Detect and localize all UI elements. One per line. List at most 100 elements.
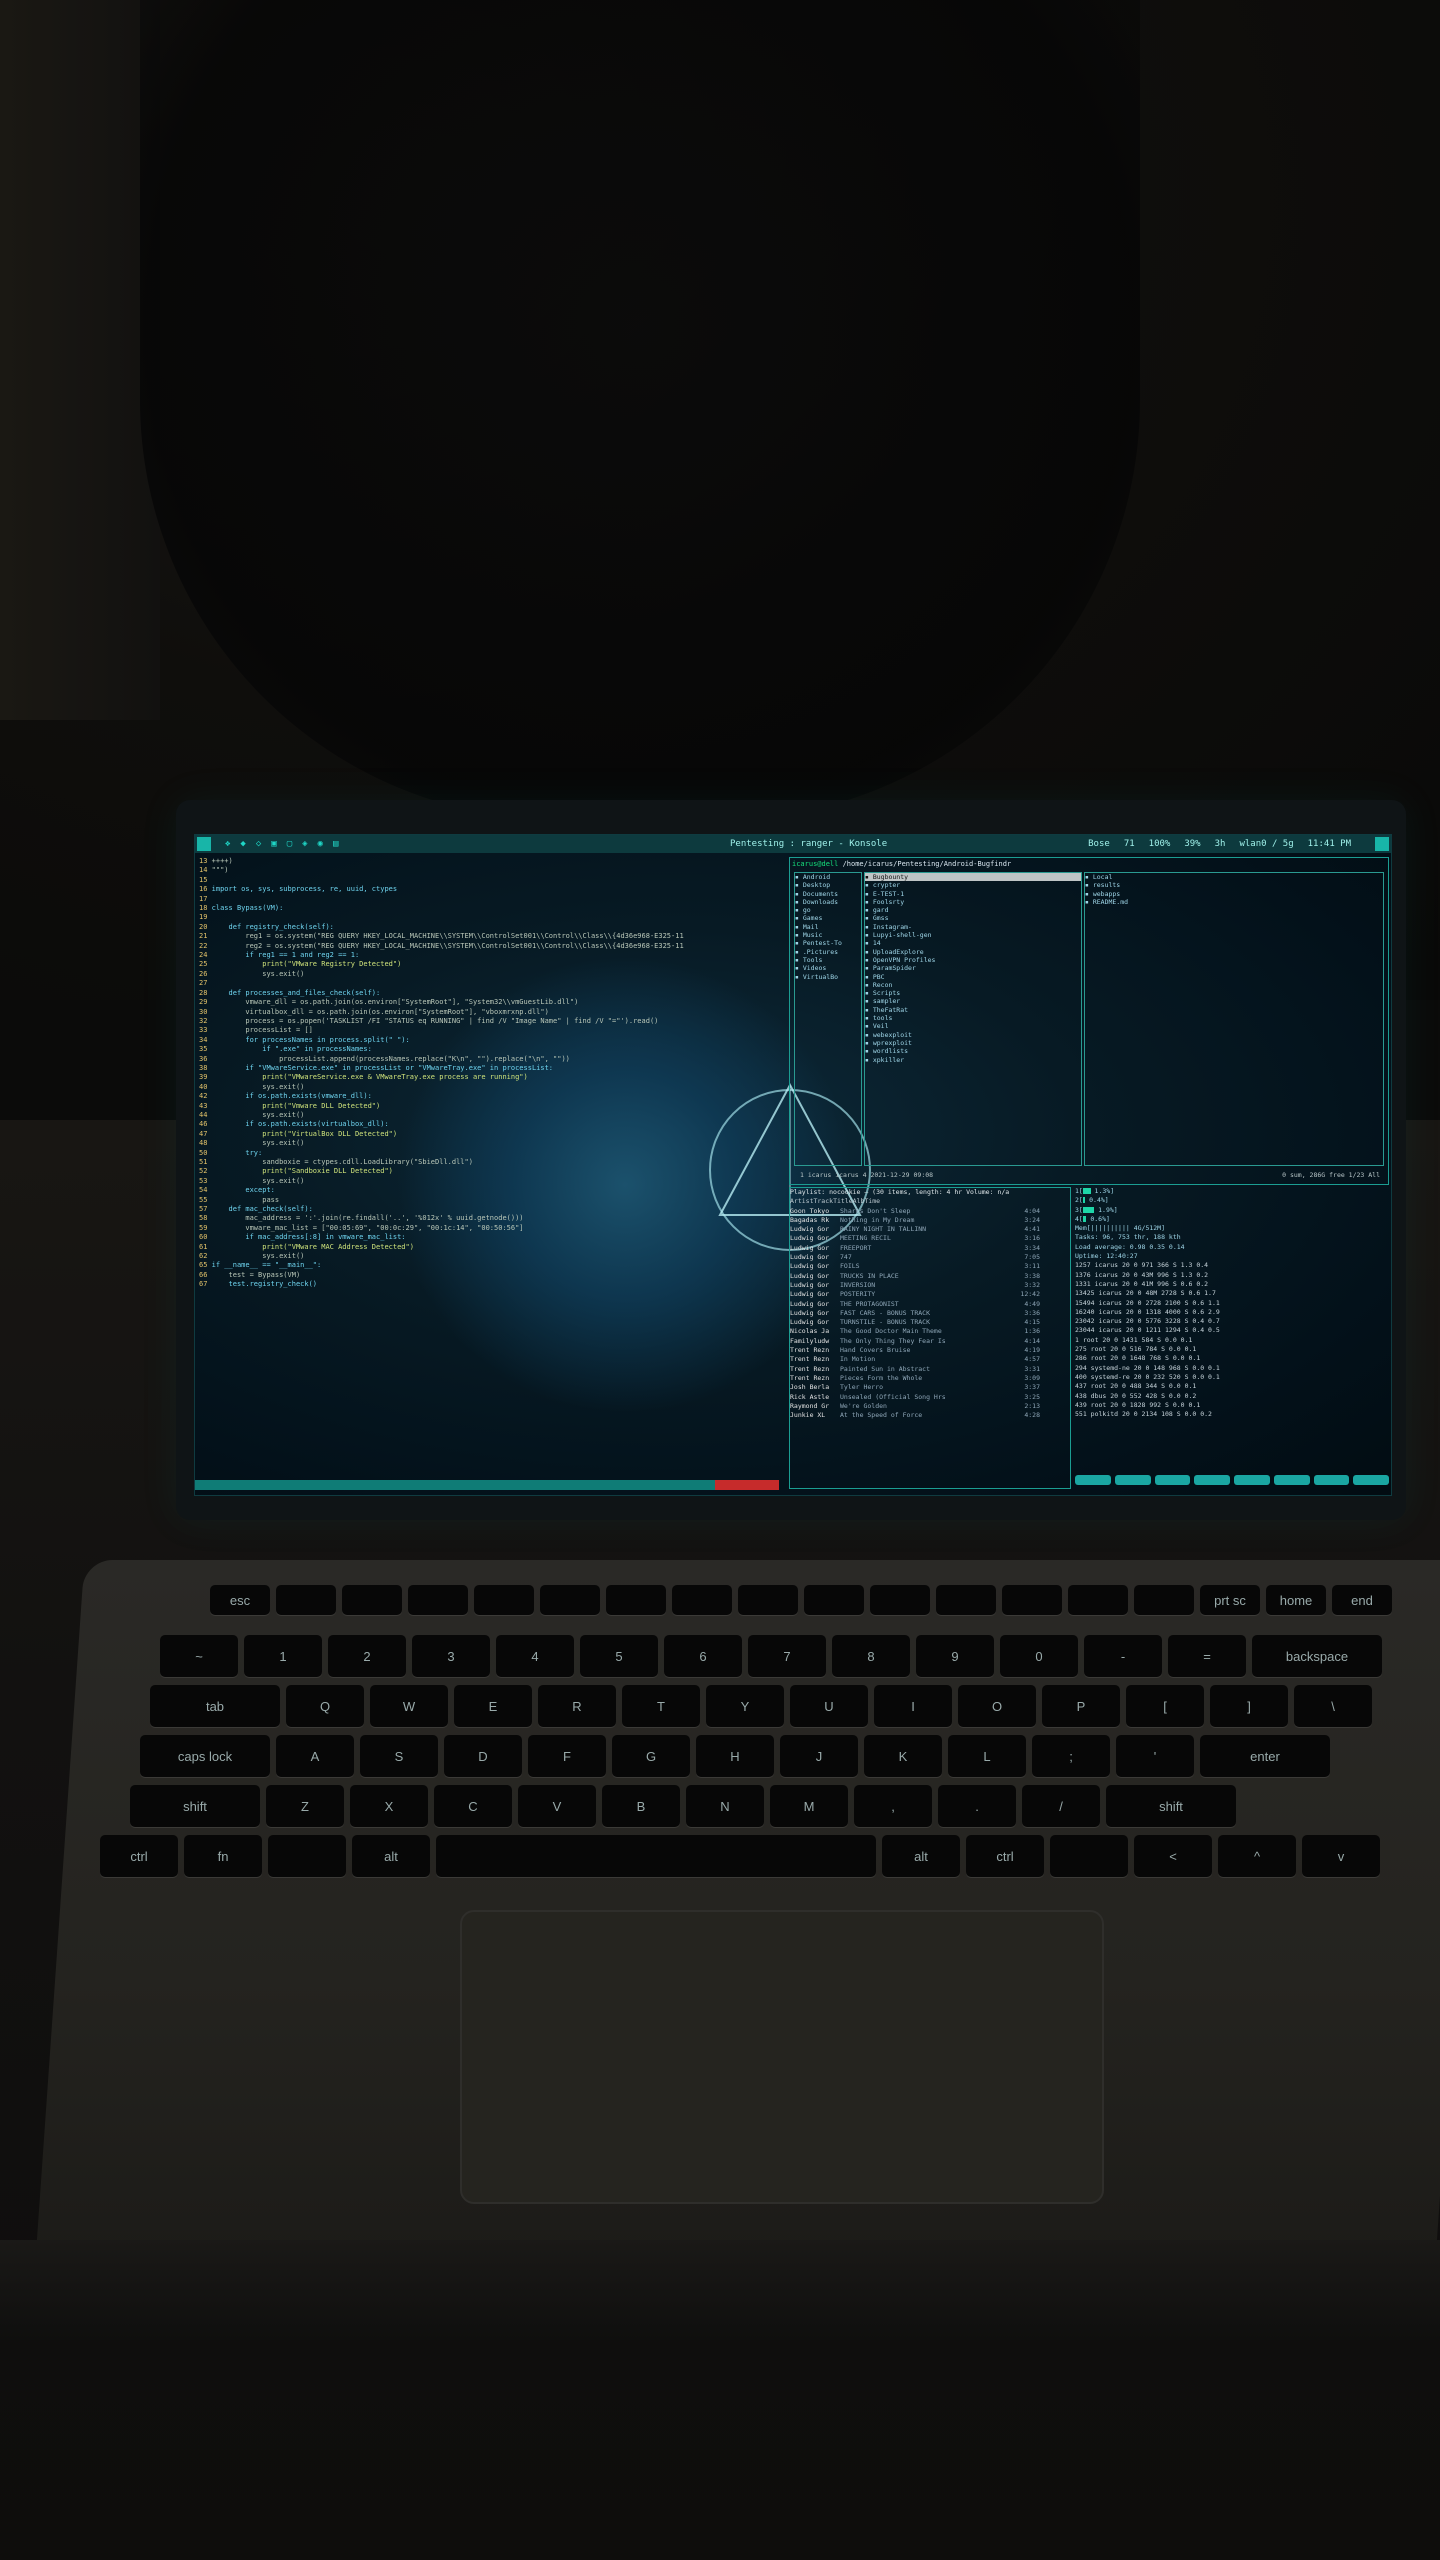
ranger-entry[interactable]: ▪ Gmss xyxy=(865,914,1081,922)
ranger-entry[interactable]: ▪ PBC xyxy=(865,973,1081,981)
ranger-entry[interactable]: ▪ Videos xyxy=(795,964,861,972)
key[interactable]: ; xyxy=(1032,1735,1110,1777)
key[interactable]: T xyxy=(622,1685,700,1727)
process-row[interactable]: 1257 icarus 20 0 971 366 S 1.3 0.4 xyxy=(1075,1261,1389,1270)
playlist-row[interactable]: Ludwig Gor THE PROTAGONIST 4:49 xyxy=(790,1300,1070,1309)
playlist-row[interactable]: Trent Rezn Hand Covers Bruise 4:19 xyxy=(790,1346,1070,1355)
workspace-7[interactable]: ◉ xyxy=(318,839,323,849)
ranger-entry[interactable]: ▪ crypter xyxy=(865,881,1081,889)
key[interactable]: fn xyxy=(184,1835,262,1877)
workspace-1[interactable]: ❖ xyxy=(225,839,230,849)
playlist-row[interactable]: Ludwig Gor TRUCKS IN PLACE 3:38 xyxy=(790,1272,1070,1281)
key[interactable] xyxy=(1050,1835,1128,1877)
playlist-row[interactable]: Ludwig Gor 747 7:05 xyxy=(790,1253,1070,1262)
ranger-entry[interactable]: ▪ Recon xyxy=(865,981,1081,989)
key[interactable]: O xyxy=(958,1685,1036,1727)
ranger-entry[interactable]: ▪ results xyxy=(1085,881,1383,889)
key[interactable]: C xyxy=(434,1785,512,1827)
key[interactable]: caps lock xyxy=(140,1735,270,1777)
playlist-row[interactable]: Ludwig Gor INVERSION 3:32 xyxy=(790,1281,1070,1290)
key[interactable]: < xyxy=(1134,1835,1212,1877)
key[interactable]: v xyxy=(1302,1835,1380,1877)
playlist-row[interactable]: Trent Rezn Painted Sun in Abstract 3:31 xyxy=(790,1365,1070,1374)
function-key[interactable] xyxy=(1353,1475,1389,1485)
music-player-playlist[interactable]: Playlist: nocookie — (30 items, length: … xyxy=(789,1187,1071,1489)
ranger-entry[interactable]: ▪ Lupyi-shell-gen xyxy=(865,931,1081,939)
workspace-6[interactable]: ◈ xyxy=(302,839,307,849)
ranger-entry[interactable]: ▪ wordlists xyxy=(865,1047,1081,1055)
key[interactable]: B xyxy=(602,1785,680,1827)
key[interactable]: shift xyxy=(1106,1785,1236,1827)
playlist-row[interactable]: Nicolas Ja The Good Doctor Main Theme 1:36 xyxy=(790,1327,1070,1336)
key[interactable]: Y xyxy=(706,1685,784,1727)
playlist-row[interactable]: Ludwig Gor POSTERITY 12:42 xyxy=(790,1290,1070,1299)
key[interactable]: ^ xyxy=(1218,1835,1296,1877)
key[interactable]: 9 xyxy=(916,1635,994,1677)
key[interactable]: prt sc xyxy=(1200,1585,1260,1615)
key[interactable]: E xyxy=(454,1685,532,1727)
playlist-row[interactable]: Josh Berla Tyler Herro 3:37 xyxy=(790,1383,1070,1392)
function-key[interactable] xyxy=(1234,1475,1270,1485)
key[interactable]: N xyxy=(686,1785,764,1827)
process-row[interactable]: 1331 icarus 20 0 41M 996 S 0.6 0.2 xyxy=(1075,1280,1389,1289)
ranger-entry[interactable]: ▪ OpenVPN Profiles xyxy=(865,956,1081,964)
key[interactable]: enter xyxy=(1200,1735,1330,1777)
key[interactable]: - xyxy=(1084,1635,1162,1677)
workspace-5[interactable]: ▢ xyxy=(287,839,292,849)
key[interactable]: F xyxy=(528,1735,606,1777)
key[interactable]: Q xyxy=(286,1685,364,1727)
key[interactable]: Z xyxy=(266,1785,344,1827)
process-row[interactable]: 439 root 20 0 1828 992 S 0.0 0.1 xyxy=(1075,1401,1389,1410)
key[interactable]: 6 xyxy=(664,1635,742,1677)
ranger-entry[interactable]: ▪ Scripts xyxy=(865,989,1081,997)
key[interactable]: = xyxy=(1168,1635,1246,1677)
key[interactable]: X xyxy=(350,1785,428,1827)
key[interactable]: S xyxy=(360,1735,438,1777)
playlist-row[interactable]: Trent Rezn Pieces Form the Whole 3:09 xyxy=(790,1374,1070,1383)
ranger-entry[interactable]: ▪ Games xyxy=(795,914,861,922)
key[interactable] xyxy=(436,1835,876,1877)
key[interactable]: alt xyxy=(882,1835,960,1877)
function-key[interactable] xyxy=(1114,1475,1151,1485)
ranger-entry[interactable]: ▪ wprexploit xyxy=(865,1039,1081,1047)
process-row[interactable]: 23042 icarus 20 0 5776 3228 S 0.4 0.7 xyxy=(1075,1317,1389,1326)
ranger-file-manager[interactable]: icarus@dell /home/icarus/Pentesting/Andr… xyxy=(789,857,1389,1185)
ranger-entry[interactable]: ▪ VirtualBo xyxy=(795,973,861,981)
key[interactable]: P xyxy=(1042,1685,1120,1727)
key[interactable] xyxy=(1134,1585,1194,1615)
function-key[interactable] xyxy=(1194,1475,1230,1485)
key[interactable]: A xyxy=(276,1735,354,1777)
ranger-entry[interactable]: ▪ Veil xyxy=(865,1022,1081,1030)
process-row[interactable]: 15494 icarus 20 0 2728 2100 S 0.6 1.1 xyxy=(1075,1299,1389,1308)
key[interactable]: ctrl xyxy=(100,1835,178,1877)
key[interactable]: ' xyxy=(1116,1735,1194,1777)
code-editor[interactable]: 13 ++++) 14 """) 15 16 import os, sys, subp… xyxy=(199,857,779,1487)
process-row[interactable]: 275 root 20 0 516 784 S 0.0 0.1 xyxy=(1075,1345,1389,1354)
menu-corner-left[interactable] xyxy=(197,837,211,851)
key[interactable] xyxy=(540,1585,600,1615)
playlist-row[interactable]: Rick Astle Unsealed (Official Song Hrs 3:2… xyxy=(790,1393,1070,1402)
key[interactable]: W xyxy=(370,1685,448,1727)
key[interactable] xyxy=(606,1585,666,1615)
key[interactable]: L xyxy=(948,1735,1026,1777)
ranger-entry[interactable]: ▪ Downloads xyxy=(795,898,861,906)
key[interactable] xyxy=(804,1585,864,1615)
process-row[interactable]: 1376 icarus 20 0 43M 996 S 1.3 0.2 xyxy=(1075,1271,1389,1280)
key[interactable] xyxy=(870,1585,930,1615)
key[interactable]: 1 xyxy=(244,1635,322,1677)
key[interactable]: 3 xyxy=(412,1635,490,1677)
key[interactable] xyxy=(1068,1585,1128,1615)
workspace-8[interactable]: ▤ xyxy=(333,839,338,849)
ranger-pane-current[interactable]: ▪ Bugbounty ▪ crypter ▪ E-TEST-1 ▪ Foolsrty… xyxy=(864,872,1082,1166)
ranger-entry[interactable]: ▪ Foolsrty xyxy=(865,898,1081,906)
key[interactable] xyxy=(276,1585,336,1615)
ranger-pane-preview[interactable]: ▪ Local ▪ results ▪ webapps ▪ README.md xyxy=(1084,872,1384,1166)
key[interactable]: end xyxy=(1332,1585,1392,1615)
function-key[interactable] xyxy=(1273,1475,1310,1485)
process-row[interactable]: 1 root 20 0 1431 584 S 0.0 0.1 xyxy=(1075,1336,1389,1345)
key[interactable]: 8 xyxy=(832,1635,910,1677)
key[interactable]: esc xyxy=(210,1585,270,1615)
workspace-4[interactable]: ▣ xyxy=(271,839,276,849)
ranger-entry[interactable]: ▪ Instagram- xyxy=(865,923,1081,931)
key[interactable] xyxy=(268,1835,346,1877)
